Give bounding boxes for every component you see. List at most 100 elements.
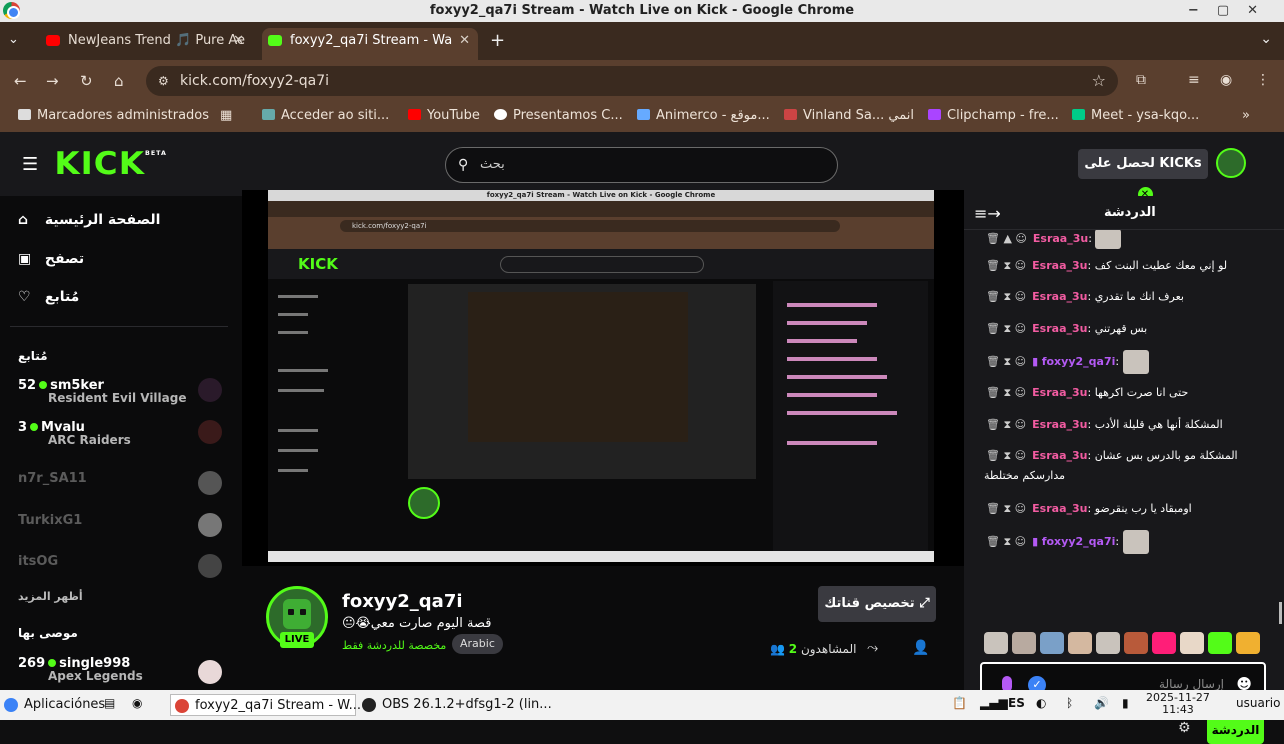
chat-message[interactable]: 🗑 ⧗ ☺ Esraa_3u: المشكلة مو بالدرس بس عشان bbox=[986, 449, 1276, 463]
window-minimize-icon[interactable]: ⌄ bbox=[1260, 31, 1272, 47]
forward-icon[interactable]: → bbox=[46, 72, 59, 90]
follow-user-icon[interactable]: 👤 bbox=[912, 640, 929, 656]
following-channel[interactable]: 52 sm5ker Resident Evil Village bbox=[18, 374, 228, 410]
chat-message[interactable]: 🗑 ⧗ ☺ ▮ foxyy2_qa7i: bbox=[986, 530, 1276, 554]
collapse-chat-icon[interactable]: ≡→ bbox=[974, 204, 1001, 223]
emote[interactable] bbox=[1096, 632, 1120, 654]
menu-icon[interactable]: ⋮ bbox=[1256, 72, 1270, 88]
emote[interactable] bbox=[1152, 632, 1176, 654]
language-tag[interactable]: Arabic bbox=[452, 634, 503, 654]
more-bookmarks-icon[interactable]: » bbox=[1242, 108, 1250, 123]
tab-newjeans[interactable]: NewJeans Trend 🎵 Pure Ae ✕ bbox=[40, 28, 252, 60]
bookmark-star-icon[interactable]: ☆ bbox=[1092, 66, 1106, 96]
customize-channel-button[interactable]: تخصيص قناتك ⤢ bbox=[818, 586, 936, 622]
emote[interactable] bbox=[1040, 632, 1064, 654]
chat-message[interactable]: 🗑 ⧗ ☺ ▮ foxyy2_qa7i: bbox=[986, 350, 1276, 374]
channel-name[interactable]: foxyy2_qa7i bbox=[342, 591, 463, 612]
emote[interactable] bbox=[1068, 632, 1092, 654]
following-channel-offline[interactable]: itsOG bbox=[18, 550, 228, 586]
emote[interactable] bbox=[1124, 632, 1148, 654]
reading-list-icon[interactable]: ≡ bbox=[1188, 72, 1200, 88]
avatar bbox=[198, 513, 222, 537]
heart-icon: ♡ bbox=[18, 289, 31, 305]
get-kicks-button[interactable]: لحصل على KICKs✕ bbox=[1078, 149, 1208, 202]
obs-tray-icon[interactable]: ◐ bbox=[1036, 696, 1046, 710]
back-icon[interactable]: ← bbox=[14, 72, 27, 90]
kick-logo[interactable]: KICKBETA bbox=[54, 146, 167, 182]
apps-grid-icon[interactable]: ▦ bbox=[220, 108, 232, 123]
emote[interactable] bbox=[1180, 632, 1204, 654]
close-tab-icon[interactable]: ✕ bbox=[233, 28, 244, 54]
bookmark-meet[interactable]: Meet - ysa-kqo... bbox=[1072, 108, 1199, 123]
stream-title: 😐😭قصة اليوم صارت معي bbox=[342, 616, 492, 631]
chat-message[interactable]: 🗑 ⧗ ☺ Esraa_3u: حتى انا صرت اكرهها bbox=[986, 386, 1276, 400]
battery-icon[interactable]: ▮ bbox=[1122, 696, 1129, 710]
address-bar[interactable]: ⚙ kick.com/foxyy2-qa7i ☆ bbox=[146, 66, 1118, 96]
chat-message[interactable]: 🗑 ⧗ ☺ Esraa_3u: المشكلة أنها هي قليلة الأ… bbox=[986, 418, 1276, 432]
tab-label: NewJeans Trend 🎵 Pure Ae bbox=[68, 33, 246, 48]
chat-message[interactable]: 🗑 ⧗ ☺ Esraa_3u: بعرف انك ما تقدري bbox=[986, 290, 1276, 304]
chat-message[interactable]: 🗑 ▲ ☺ Esraa_3u: bbox=[986, 230, 1276, 249]
user-avatar[interactable] bbox=[1216, 148, 1246, 178]
hamburger-menu-icon[interactable]: ☰ bbox=[22, 154, 38, 175]
sidebar-item-home[interactable]: ⌂ الصفحة الرئيسية bbox=[18, 212, 160, 228]
tab-kick-stream[interactable]: foxyy2_qa7i Stream - Wa ✕ bbox=[262, 28, 478, 60]
file-manager-icon[interactable]: ▤ bbox=[104, 696, 115, 710]
emote[interactable] bbox=[1208, 632, 1232, 654]
following-channel-offline[interactable]: TurkixG1 bbox=[18, 509, 228, 545]
reload-icon[interactable]: ↻ bbox=[80, 72, 93, 90]
tab-search-icon[interactable]: ⌄ bbox=[8, 32, 19, 47]
bookmark-youtube[interactable]: YouTube bbox=[408, 108, 480, 123]
stream-category[interactable]: مخصصة للدردشة فقط bbox=[342, 639, 446, 652]
volume-icon[interactable]: 🔊 bbox=[1094, 696, 1109, 710]
chat-message[interactable]: 🗑 ⧗ ☺ Esraa_3u: اومبقاد يا رب ينقرضو bbox=[986, 502, 1276, 516]
scrollbar[interactable] bbox=[1279, 602, 1282, 624]
sidebar-item-browse[interactable]: ▣ تصفح bbox=[18, 251, 84, 267]
taskbar-window-obs[interactable]: OBS 26.1.2+dfsg1-2 (lin... bbox=[358, 694, 552, 716]
chat-message[interactable]: 🗑 ⧗ ☺ Esraa_3u: لو إني معك عطيت البنت كف bbox=[986, 259, 1276, 273]
chat-message-continued: مدارسكم مختلطة bbox=[984, 469, 1066, 482]
video-player[interactable]: foxyy2_qa7i Stream - Watch Live on Kick … bbox=[242, 190, 964, 566]
bookmark-vinland[interactable]: Vinland Sa... انمي bbox=[784, 108, 914, 123]
bluetooth-icon[interactable]: ᛒ bbox=[1066, 696, 1073, 710]
window-controls[interactable]: −▢✕ bbox=[1188, 0, 1276, 22]
send-chat-button[interactable]: الدردشة bbox=[1207, 716, 1264, 744]
bookmark-animerco[interactable]: Animerco - موقع... bbox=[637, 108, 770, 123]
apps-menu-button[interactable]: Aplicaciónes bbox=[0, 694, 105, 716]
clipboard-icon[interactable]: 📋 bbox=[952, 696, 967, 710]
chat-settings-icon[interactable]: ⚙ bbox=[1178, 720, 1191, 736]
clock[interactable]: 2025-11-27 11:43 bbox=[1146, 692, 1210, 716]
extensions-icon[interactable]: ⧉ bbox=[1136, 72, 1146, 88]
user-menu[interactable]: usuario bbox=[1236, 696, 1280, 710]
chat-message[interactable]: 🗑 ⧗ ☺ Esraa_3u: بس قهرتني bbox=[986, 322, 1276, 336]
main-content: foxyy2_qa7i Stream - Watch Live on Kick … bbox=[242, 190, 964, 690]
keyboard-layout[interactable]: ES bbox=[1008, 696, 1025, 710]
viewer-count: 👥 2 المشاهدون bbox=[770, 642, 857, 656]
profile-icon[interactable]: ◉ bbox=[1220, 72, 1232, 88]
show-more-link[interactable]: أظهر المزيد bbox=[18, 590, 83, 603]
following-channel[interactable]: 3 Mvalu ARC Raiders bbox=[18, 416, 228, 452]
network-icon[interactable]: ▂▄▆ bbox=[980, 696, 1008, 710]
share-icon[interactable]: ⤳ bbox=[867, 640, 878, 656]
chrome-icon bbox=[3, 2, 20, 19]
bookmark-3[interactable]: Presentamos C... bbox=[494, 108, 623, 123]
bookmark-1[interactable]: Acceder ao siti... bbox=[262, 108, 389, 123]
home-icon[interactable]: ⌂ bbox=[114, 72, 124, 90]
bookmark-clipchamp[interactable]: Clipchamp - fre... bbox=[928, 108, 1059, 123]
following-channel-offline[interactable]: n7r_SA11 bbox=[18, 467, 228, 503]
new-tab-button[interactable]: + bbox=[490, 30, 505, 51]
site-info-icon[interactable]: ⚙ bbox=[158, 66, 169, 96]
recommended-channel[interactable]: 269 single998 Apex Legends bbox=[18, 652, 228, 688]
emote[interactable] bbox=[984, 632, 1008, 654]
emote[interactable] bbox=[1012, 632, 1036, 654]
close-tab-icon[interactable]: ✕ bbox=[459, 28, 470, 54]
taskbar-window-chrome[interactable]: foxyy2_qa7i Stream - W... bbox=[170, 694, 361, 716]
sidebar-item-following[interactable]: ♡ مُتابع bbox=[18, 289, 79, 305]
bookmark-managed[interactable]: Marcadores administrados bbox=[18, 108, 209, 123]
emote[interactable] bbox=[1236, 632, 1260, 654]
kick-header: ☰ KICKBETA ⚲ بحث لحصل على KICKs✕ bbox=[0, 132, 1284, 202]
kick-page: ☰ KICKBETA ⚲ بحث لحصل على KICKs✕ ⌂ الصفح… bbox=[0, 132, 1284, 744]
chrome-taskbar-icon[interactable]: ◉ bbox=[132, 696, 142, 710]
bookmarks-bar: Marcadores administrados ▦ Acceder ao si… bbox=[0, 102, 1284, 132]
search-input[interactable]: ⚲ بحث bbox=[445, 147, 838, 183]
